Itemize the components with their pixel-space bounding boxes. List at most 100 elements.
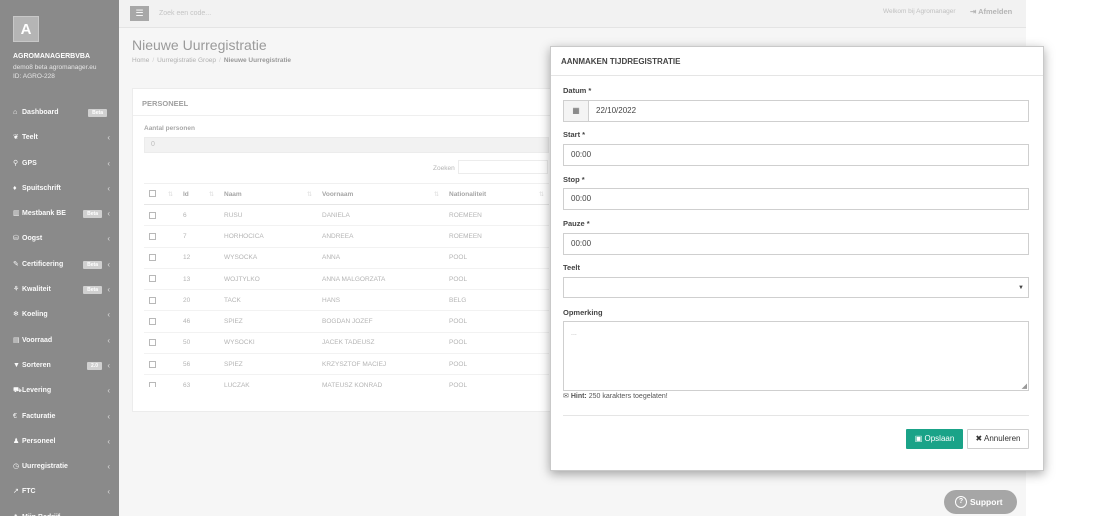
hint-label: Hint:	[570, 393, 587, 400]
topbar: ☰ Zoek een code... Welkom bij Agromanage…	[119, 0, 1026, 28]
welcome-text: Welkom bij Agromanager	[883, 8, 956, 15]
sidebar-item-label: Kwaliteit	[22, 286, 51, 294]
chevron-left-icon: ‹	[107, 386, 110, 396]
chevron-left-icon: ‹	[107, 310, 110, 320]
chevron-left-icon: ‹	[107, 234, 110, 244]
avatar[interactable]: A	[13, 16, 39, 42]
stop-label: Stop *	[563, 175, 585, 184]
nav-icon: ❦	[13, 134, 19, 142]
sidebar-nav: ⌂ Dashboard Beta ❦ Teelt ‹ ⚲ GPS ‹ ♦ Spuitschrift ‹…	[0, 100, 119, 516]
organization-details: demo8 beta agromanager.eu ID: AGRO-228	[13, 63, 96, 81]
sidebar-item-levering[interactable]: ⛟Levering ‹	[0, 378, 119, 403]
sidebar-item-label: Spuitschrift	[22, 184, 61, 192]
organization-email: demo8 beta agromanager.eu	[13, 64, 97, 71]
opmerking-textarea[interactable]: ... ◢	[563, 321, 1029, 391]
chevron-left-icon: ‹	[107, 505, 110, 516]
nav-icon: ♟	[13, 437, 20, 445]
beta-badge: Beta	[83, 286, 102, 295]
nav-icon: ⌂	[13, 109, 18, 116]
calendar-icon[interactable]: ▦	[564, 101, 589, 121]
sidebar: A AGROMANAGERBVBA demo8 beta agromanager…	[0, 0, 119, 516]
datum-value: 22/10/2022	[596, 106, 637, 115]
nav-icon: €	[13, 412, 17, 420]
datum-field[interactable]: ▦ 22/10/2022	[563, 100, 1029, 122]
hint-message: 250 karakters toegelaten!	[588, 393, 668, 400]
sidebar-item-teelt[interactable]: ❦ Teelt ‹	[0, 125, 119, 150]
nav-icon: ❄	[13, 311, 19, 319]
sidebar-item-voorraad[interactable]: ▤ Voorraad ‹	[0, 328, 119, 353]
sidebar-item-oogst[interactable]: ⛁ Oogst ‹	[0, 226, 119, 251]
resize-handle-icon[interactable]: ◢	[1022, 383, 1027, 390]
cancel-button[interactable]: ✖ Annuleren	[967, 429, 1029, 449]
sidebar-item-label: Teelt	[22, 134, 38, 142]
teelt-select[interactable]: ▼	[563, 277, 1029, 298]
close-icon: ✖	[975, 434, 983, 443]
sidebar-item-label: Levering	[22, 387, 52, 395]
sidebar-item-certificering[interactable]: ✎ Certificering Beta ‹	[0, 252, 119, 277]
chevron-left-icon: ‹	[107, 462, 110, 472]
pauze-input[interactable]: 00:00	[563, 233, 1029, 255]
chevron-left-icon: ‹	[107, 335, 110, 345]
chevron-left-icon: ‹	[107, 133, 110, 143]
teelt-label: Teelt	[563, 263, 580, 272]
save-button[interactable]: ▣ Opslaan	[906, 429, 963, 449]
opmerking-placeholder: ...	[571, 330, 577, 337]
sidebar-item-label: Oogst	[22, 235, 43, 243]
logout-link[interactable]: ⇥ Afmelden	[970, 7, 1012, 16]
sidebar-item-gps[interactable]: ⚲ GPS ‹	[0, 151, 119, 176]
menu-toggle-button[interactable]: ☰	[130, 6, 149, 21]
sidebar-item-label: Dashboard	[22, 109, 59, 116]
stop-input[interactable]: 00:00	[563, 188, 1029, 210]
chevron-left-icon: ‹	[107, 487, 110, 497]
pauze-label: Pauze *	[563, 219, 590, 228]
sidebar-item-facturatie[interactable]: € Facturatie ‹	[0, 404, 119, 429]
help-icon: ?	[955, 496, 967, 508]
floppy-icon: ▣	[914, 434, 923, 443]
nav-icon: ♦	[13, 184, 17, 192]
opmerking-label: Opmerking	[563, 308, 603, 317]
start-label: Start *	[563, 130, 586, 139]
sidebar-item-label: Certificering	[22, 260, 64, 268]
organization-id: ID: AGRO-228	[13, 73, 55, 80]
beta-badge: Beta	[83, 260, 102, 269]
sidebar-item-label: Mestbank BE	[22, 210, 66, 218]
nav-icon: ✎	[13, 260, 19, 268]
start-input[interactable]: 00:00	[563, 144, 1029, 166]
sidebar-item-label: Personeel	[22, 437, 56, 445]
nav-icon: ▼	[13, 361, 20, 369]
sidebar-item-kwaliteit[interactable]: ⚘ Kwaliteit Beta ‹	[0, 277, 119, 302]
datum-label: Datum *	[563, 86, 592, 95]
nav-icon: ▤	[13, 336, 20, 344]
chevron-down-icon: ▼	[1018, 285, 1024, 291]
sidebar-item-sorteren[interactable]: ▼ Sorteren 2.0 ‹	[0, 353, 119, 378]
sidebar-item-label: Facturatie	[22, 412, 56, 420]
support-button[interactable]: ? Support	[944, 490, 1017, 514]
beta-badge: Beta	[83, 210, 102, 219]
chevron-left-icon: ‹	[107, 259, 110, 269]
sidebar-item-label: Uurregistratie	[22, 463, 68, 471]
code-search-input[interactable]: Zoek een code...	[159, 10, 211, 17]
chevron-left-icon: ‹	[107, 158, 110, 168]
sidebar-item-uurregistratie[interactable]: ◷ Uurregistratie ‹	[0, 454, 119, 479]
nav-icon: ⚘	[13, 286, 20, 294]
sidebar-item-label: Koeling	[22, 311, 48, 319]
sidebar-item-spuitschrift[interactable]: ♦ Spuitschrift ‹	[0, 176, 119, 201]
hint-text: ✉ Hint: 250 karakters toegelaten!	[563, 392, 668, 400]
chevron-left-icon: ‹	[107, 285, 110, 295]
chevron-left-icon: ‹	[107, 209, 110, 219]
nav-icon: ⛟	[13, 387, 22, 395]
sidebar-item-ftc[interactable]: ↗ FTC ‹	[0, 479, 119, 504]
chevron-left-icon: ‹	[107, 183, 110, 193]
time-registration-modal: AANMAKEN TIJDREGISTRATIE Datum * ▦ 22/10…	[550, 46, 1044, 471]
sidebar-item-koeling[interactable]: ❄ Koeling ‹	[0, 302, 119, 327]
nav-icon: ⛁	[13, 235, 19, 243]
chevron-left-icon: ‹	[107, 411, 110, 421]
sidebar-item-label: FTC	[22, 488, 36, 496]
sidebar-item-personeel[interactable]: ♟ Personeel ‹	[0, 429, 119, 454]
nav-icon: ⚲	[13, 159, 19, 167]
sidebar-item-mestbank-be[interactable]: ▥ Mestbank BE Beta ‹	[0, 201, 119, 226]
sidebar-item-label: Sorteren	[22, 361, 51, 369]
sidebar-item-dashboard[interactable]: ⌂ Dashboard Beta	[0, 100, 119, 125]
sidebar-item-mijn-bedrijf[interactable]: ♞Mijn Bedrijf‹	[0, 505, 119, 516]
sidebar-item-label: Voorraad	[22, 336, 53, 344]
